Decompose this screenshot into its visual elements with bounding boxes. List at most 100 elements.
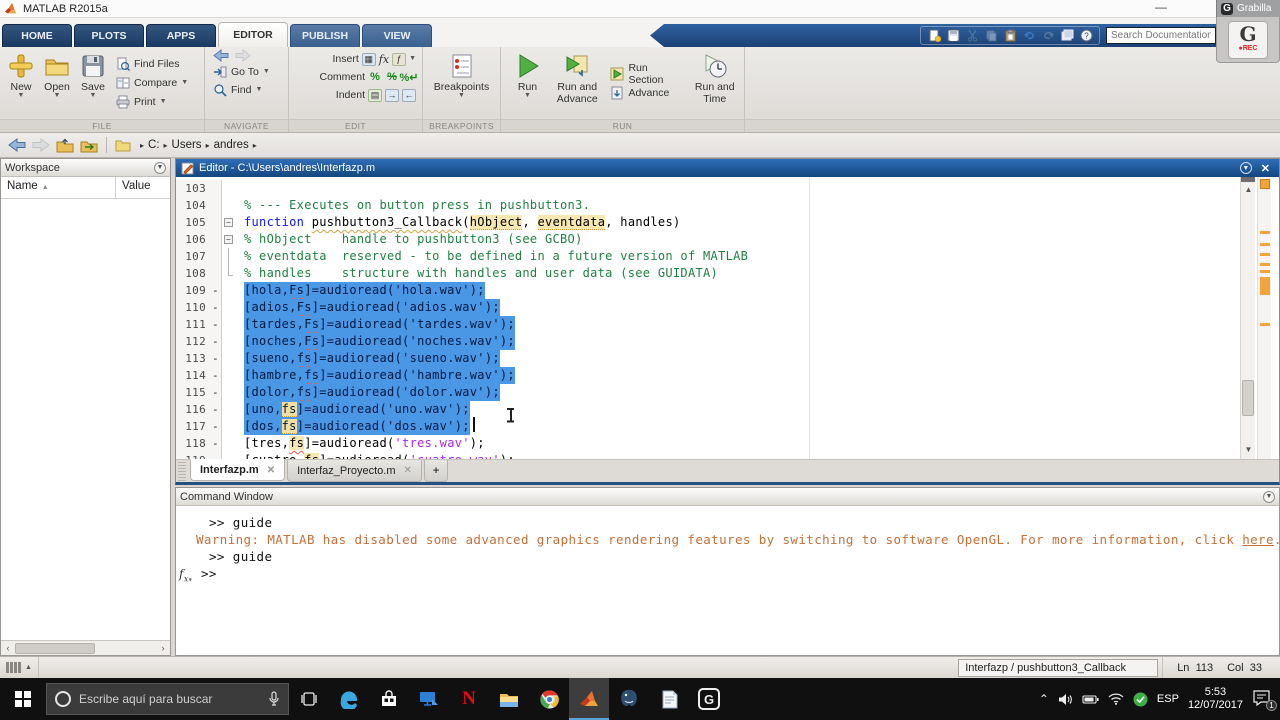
crumb-arrow-icon[interactable]: ▸: [250, 141, 260, 150]
tab-close-icon[interactable]: ✕: [267, 465, 275, 476]
current-folder-icon[interactable]: [115, 138, 131, 152]
breakpoint-column[interactable]: -: [210, 299, 222, 316]
workspace-menu-icon[interactable]: ▼: [154, 162, 166, 174]
store-icon[interactable]: [369, 678, 409, 720]
warning-block-icon[interactable]: [1260, 277, 1270, 295]
save-button[interactable]: Save▼: [76, 50, 110, 116]
code-line-117[interactable]: 117-[dos,fs]=audioread('dos.wav');: [176, 418, 1239, 435]
code-line-119[interactable]: 119-[cuatro,fs]=audioread('cuatro.wav');: [176, 452, 1239, 459]
open-button[interactable]: Open▼: [40, 50, 74, 116]
scroll-thumb[interactable]: [1242, 380, 1254, 416]
run-and-advance-button[interactable]: Run and Advance: [550, 50, 604, 116]
netflix-icon[interactable]: N: [449, 678, 489, 720]
taskbar-search-input[interactable]: [79, 692, 260, 706]
scroll-right-icon[interactable]: ›: [156, 643, 170, 653]
taskbar-search[interactable]: [46, 683, 289, 715]
print-button[interactable]: Print▼: [116, 94, 188, 110]
find-files-button[interactable]: Find Files: [116, 56, 188, 72]
editor-menu-icon[interactable]: ▼: [1240, 162, 1252, 174]
breakpoint-column[interactable]: [210, 214, 222, 231]
code-text[interactable]: % eventdata reserved - to be defined in …: [244, 248, 748, 265]
sync-check-icon[interactable]: [1133, 692, 1148, 707]
command-line-prompt[interactable]: fx▾>>: [176, 565, 1279, 582]
warning-mark-icon[interactable]: [1260, 231, 1270, 234]
code-text[interactable]: [dos,fs]=audioread('dos.wav');: [244, 418, 470, 435]
editor-tab-interfazp-m[interactable]: Interfazp.m✕: [190, 459, 285, 481]
breakpoint-column[interactable]: -: [210, 316, 222, 333]
code-text[interactable]: % --- Executes on button press in pushbu…: [244, 197, 590, 214]
uncomment-icon[interactable]: %: [385, 71, 399, 84]
workspace-col-name[interactable]: Name▲: [1, 177, 116, 198]
insert-dropdown-caret[interactable]: ▼: [409, 56, 416, 62]
code-line-114[interactable]: 114-[hambre,fs]=audioread('hambre.wav');: [176, 367, 1239, 384]
editor-close-icon[interactable]: ✕: [1257, 162, 1274, 175]
documentation-search-input[interactable]: [1106, 27, 1216, 44]
back-arrow-icon[interactable]: [213, 49, 229, 62]
code-line-110[interactable]: 110-[adios,Fs]=audioread('adios.wav');: [176, 299, 1239, 316]
breakpoint-column[interactable]: -: [210, 282, 222, 299]
code-line-116[interactable]: 116-[uno,fs]=audioread('uno.wav');: [176, 401, 1239, 418]
ribbon-tab-home[interactable]: HOME: [2, 24, 72, 47]
breadcrumb-segment[interactable]: Users: [171, 139, 203, 151]
insert-section-icon[interactable]: ▦: [362, 53, 376, 66]
code-text[interactable]: [sueno,fs]=audioread('sueno.wav');: [244, 350, 500, 367]
ribbon-tab-plots[interactable]: PLOTS: [74, 24, 144, 47]
breakpoints-button[interactable]: Breakpoints▼: [430, 50, 494, 116]
goto-button[interactable]: Go To▼: [213, 64, 270, 80]
ribbon-tab-publish[interactable]: PUBLISH: [290, 24, 360, 47]
warning-mark-icon[interactable]: [1260, 243, 1270, 246]
breadcrumb-segment[interactable]: C:: [147, 139, 161, 151]
browse-folder-icon[interactable]: [80, 138, 98, 153]
breakpoint-column[interactable]: [210, 248, 222, 265]
editor-tab-interfaz_proyecto-m[interactable]: Interfaz_Proyecto.m✕: [287, 460, 422, 482]
code-text[interactable]: [uno,fs]=audioread('uno.wav');: [244, 401, 470, 418]
warning-mark-icon[interactable]: [1260, 263, 1270, 266]
comment-icon[interactable]: %: [368, 71, 382, 84]
start-button[interactable]: [0, 678, 46, 720]
command-window-body[interactable]: >> guideWarning: MATLAB has disabled som…: [176, 506, 1279, 582]
paste-icon[interactable]: [1003, 29, 1017, 43]
new-tab-button[interactable]: +: [424, 460, 448, 482]
breakpoint-column[interactable]: [210, 197, 222, 214]
breakpoint-column[interactable]: -: [210, 435, 222, 452]
crumb-arrow-icon[interactable]: ▸: [137, 141, 147, 150]
battery-icon[interactable]: [1082, 694, 1099, 705]
code-text[interactable]: % handles structure with handles and use…: [244, 265, 718, 282]
advance-button[interactable]: Advance: [610, 85, 683, 101]
code-line-106[interactable]: 106 −% hObject handle to pushbutton3 (se…: [176, 231, 1239, 248]
help-icon[interactable]: ?: [1079, 29, 1093, 43]
task-view-icon[interactable]: [289, 678, 329, 720]
message-indicator-bar[interactable]: [1257, 177, 1271, 459]
history-forward-icon[interactable]: [32, 138, 50, 152]
code-line-103[interactable]: 103: [176, 180, 1239, 197]
breakpoint-column[interactable]: -: [210, 367, 222, 384]
grabilla-record-button[interactable]: G ●REC: [1228, 21, 1268, 59]
warning-mark-icon[interactable]: [1260, 270, 1270, 273]
breakpoint-column[interactable]: -: [210, 384, 222, 401]
code-text[interactable]: [adios,Fs]=audioread('adios.wav');: [244, 299, 500, 316]
switch-window-icon[interactable]: [1060, 29, 1074, 43]
editor-vscrollbar[interactable]: ▲ ▼: [1240, 177, 1255, 459]
breakpoint-column[interactable]: [210, 180, 222, 197]
scroll-left-icon[interactable]: ‹: [1, 643, 15, 653]
run-and-time-button[interactable]: Run andTime: [690, 50, 741, 116]
warning-mark-icon[interactable]: [1260, 253, 1270, 256]
cut-icon[interactable]: [965, 29, 979, 43]
scroll-up-icon[interactable]: ▲: [1241, 183, 1256, 197]
workspace-col-value[interactable]: Value: [116, 177, 157, 198]
clock[interactable]: 5:53 12/07/2017: [1188, 686, 1243, 712]
wifi-icon[interactable]: [1108, 693, 1124, 705]
crumb-arrow-icon[interactable]: ▸: [161, 141, 171, 150]
breakpoint-column[interactable]: [210, 265, 222, 282]
find-button[interactable]: Find▼: [213, 82, 262, 98]
file-explorer-icon[interactable]: [489, 678, 529, 720]
function-context[interactable]: Interfazp / pushbutton3_Callback: [958, 659, 1158, 677]
code-text[interactable]: [hambre,fs]=audioread('hambre.wav');: [244, 367, 515, 384]
warning-link[interactable]: here: [1242, 532, 1274, 547]
code-line-104[interactable]: 104 % --- Executes on button press in pu…: [176, 197, 1239, 214]
code-text[interactable]: [noches,Fs]=audioread('noches.wav');: [244, 333, 515, 350]
history-back-icon[interactable]: [8, 138, 26, 152]
insert-function-icon[interactable]: fx: [379, 53, 389, 66]
ribbon-tab-apps[interactable]: APPS: [146, 24, 216, 47]
code-text[interactable]: [tres,fs]=audioread('tres.wav');: [244, 435, 485, 452]
